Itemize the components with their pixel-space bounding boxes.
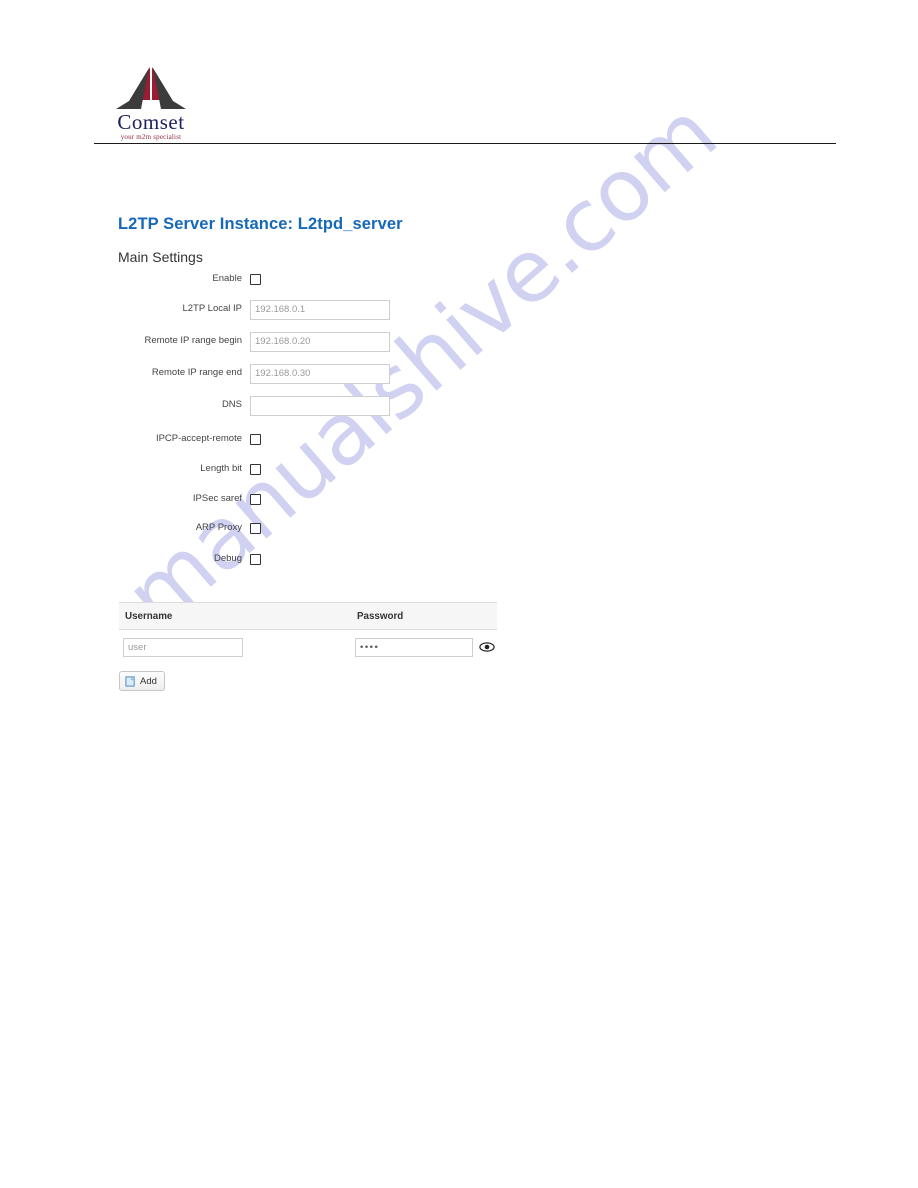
document-page: manualshive.com Comset your m2m speciali… (0, 0, 918, 1188)
field-control-debug (250, 549, 261, 565)
debug-checkbox[interactable] (250, 554, 261, 565)
field-dns: DNS (0, 395, 918, 430)
field-label-debug: Debug (214, 553, 242, 564)
l2tp-local-ip-input[interactable] (250, 299, 390, 320)
field-label-l2tp-local-ip: L2TP Local IP (182, 303, 242, 314)
users-table: Username Password (119, 602, 497, 664)
field-remote-ip-range-begin: Remote IP range begin (0, 331, 918, 366)
field-control-l2tp-local-ip (250, 299, 390, 320)
field-label-remote-ip-range-begin: Remote IP range begin (144, 335, 242, 346)
password-input[interactable] (355, 638, 473, 657)
page-title: L2TP Server Instance: L2tpd_server (118, 215, 403, 233)
field-l2tp-local-ip: L2TP Local IP (0, 299, 918, 334)
table-row (119, 630, 497, 664)
field-control-arp-proxy (250, 518, 261, 534)
reveal-password-button[interactable] (479, 639, 495, 655)
field-length-bit: Length bit (0, 462, 918, 494)
page-header: Comset your m2m specialist (0, 0, 918, 150)
field-remote-ip-range-end: Remote IP range end (0, 363, 918, 398)
brand-logo: Comset your m2m specialist (115, 66, 187, 142)
field-control-enable (250, 269, 261, 285)
field-label-length-bit: Length bit (200, 463, 242, 474)
add-button-label: Add (140, 675, 157, 687)
field-control-remote-ip-range-end (250, 363, 390, 384)
add-button[interactable]: Add (119, 671, 165, 691)
ipsec-saref-checkbox[interactable] (250, 494, 261, 505)
brand-tagline: your m2m specialist (120, 133, 182, 141)
field-control-remote-ip-range-begin (250, 331, 390, 352)
field-enable: Enable (0, 272, 918, 304)
enable-checkbox[interactable] (250, 274, 261, 285)
ipcp-accept-remote-checkbox[interactable] (250, 434, 261, 445)
remote-ip-range-end-input[interactable] (250, 363, 390, 384)
field-label-enable: Enable (212, 273, 242, 284)
length-bit-checkbox[interactable] (250, 464, 261, 475)
username-input[interactable] (123, 638, 243, 657)
field-control-length-bit (250, 459, 261, 475)
comset-triangle-logo-icon (116, 67, 186, 109)
field-control-dns (250, 395, 390, 416)
field-label-remote-ip-range-end: Remote IP range end (151, 367, 242, 378)
add-page-icon (125, 675, 135, 687)
column-header-username: Username (125, 610, 173, 622)
arp-proxy-checkbox[interactable] (250, 523, 261, 534)
column-header-password: Password (357, 610, 404, 622)
section-title: Main Settings (118, 249, 203, 265)
field-ipsec-saref: IPSec saref (0, 492, 918, 524)
remote-ip-range-begin-input[interactable] (250, 331, 390, 352)
field-debug: Debug (0, 552, 918, 584)
field-label-ipsec-saref: IPSec saref (192, 493, 242, 504)
field-ipcp-accept-remote: IPCP-accept-remote (0, 432, 918, 464)
field-label-ipcp-accept-remote: IPCP-accept-remote (155, 433, 242, 444)
field-label-dns: DNS (221, 399, 242, 410)
users-table-header: Username Password (119, 602, 497, 630)
field-arp-proxy: ARP Proxy (0, 521, 918, 553)
field-control-ipsec-saref (250, 489, 261, 505)
header-divider (94, 143, 836, 144)
brand-name: Comset (117, 110, 185, 134)
eye-icon (479, 642, 495, 652)
field-control-ipcp-accept-remote (250, 429, 261, 445)
field-label-arp-proxy: ARP Proxy (195, 522, 242, 533)
dns-input[interactable] (250, 395, 390, 416)
